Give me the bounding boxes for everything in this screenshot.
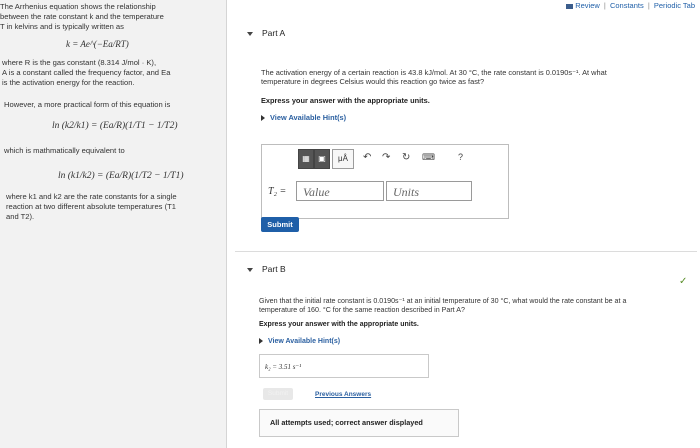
undo-icon[interactable]: ↶ [363,152,371,163]
part-divider [235,251,697,252]
constants-link[interactable]: Constants [610,1,644,10]
part-b-header[interactable]: Part B [247,264,286,274]
question-panel: Part A The activation energy of a certai… [227,10,700,448]
part-a-hints-toggle[interactable]: View Available Hint(s) [261,113,346,122]
periodic-table-link[interactable]: Periodic Tab [654,1,695,10]
part-a-hints-label: View Available Hint(s) [270,113,347,122]
collapse-icon [247,267,253,272]
collapse-icon [247,31,253,36]
intro-line-1: The Arrhenius equation shows the relatio… [0,2,156,11]
part-b-submit-button-disabled: Submit [263,388,293,400]
part-b-question: Given that the initial rate constant is … [259,297,699,315]
where-line-6: and T2). [6,212,35,221]
part-a-instructions: Express your answer with the appropriate… [261,96,430,105]
keyboard-icon[interactable]: ⌨ [422,152,435,163]
part-b-hints-toggle[interactable]: View Available Hint(s) [259,337,340,346]
help-button[interactable]: ? [458,152,463,162]
previous-answers-link[interactable]: Previous Answers [315,390,371,399]
equivalent-equation: ln (k1/k2) = (Ea/R)(1/T2 − 1/T1) [58,171,184,181]
part-a-answer-box: ▦ ▣ μÅ ↶ ↷ ↻ ⌨ ? T₂ = Value Units [261,144,509,219]
fraction-button[interactable]: ▣ [314,149,330,169]
part-a-question-line-1: The activation energy of a certain react… [261,68,607,77]
value-input[interactable]: Value [296,181,384,201]
part-b-instructions: Express your answer with the appropriate… [259,321,419,328]
expand-icon [261,115,265,122]
attempts-status: All attempts used; correct answer displa… [259,409,459,437]
part-b-answer-display: k₂ = 3.51 s⁻¹ [259,354,429,378]
part-b-question-line-2: temperature of 160. °C for the same reac… [259,306,465,314]
where-line-5: reaction at two different absolute tempe… [6,202,176,211]
top-links: Review | Constants | Periodic Tab [565,1,696,10]
equivalent-line: which is mathmatically equivalent to [4,146,125,155]
where-line-2: A is a constant called the frequency fac… [2,68,171,77]
part-a-submit-button[interactable]: Submit [261,217,299,232]
part-b-hints-label: View Available Hint(s) [268,338,341,345]
review-icon [566,3,574,9]
math-toolbar: ▦ ▣ μÅ ↶ ↷ ↻ ⌨ ? [262,149,508,169]
templates-button[interactable]: ▦ [298,149,314,169]
k2-answer: k₂ = 3.51 s⁻¹ [265,363,302,371]
where-line-4: where k1 and k2 are the rate constants f… [6,192,177,201]
part-a-title: Part A [262,28,286,38]
part-a-header[interactable]: Part A [247,28,285,38]
correct-check-icon: ✓ [679,276,688,287]
part-a-question: The activation energy of a certain react… [261,68,700,86]
where-line-3: is the activation energy for the reactio… [2,78,135,87]
review-link[interactable]: Review [575,1,600,10]
t2-label: T₂ = [268,186,287,197]
part-b-question-line-1: Given that the initial rate constant is … [259,297,627,305]
where-line-1: where R is the gas constant (8.314 J/mol… [2,58,157,67]
two-point-equation: ln (k2/k1) = (Ea/R)(1/T1 − 1/T2) [52,121,178,131]
intro-line-3: T in kelvins and is typically written as [0,22,124,31]
units-button[interactable]: μÅ [332,149,354,169]
reset-icon[interactable]: ↻ [402,152,410,163]
part-b-title: Part B [262,264,286,274]
expand-icon [259,338,263,345]
part-a-question-line-2: temperature in degrees Celsius would thi… [261,77,485,86]
redo-icon[interactable]: ↷ [382,152,390,163]
info-panel: The Arrhenius equation shows the relatio… [0,0,227,448]
arrhenius-equation: k = Ae^(−Ea/RT) [66,39,129,49]
units-input[interactable]: Units [386,181,472,201]
intro-line-2: between the rate constant k and the temp… [0,12,164,21]
however-line: However, a more practical form of this e… [4,100,171,109]
